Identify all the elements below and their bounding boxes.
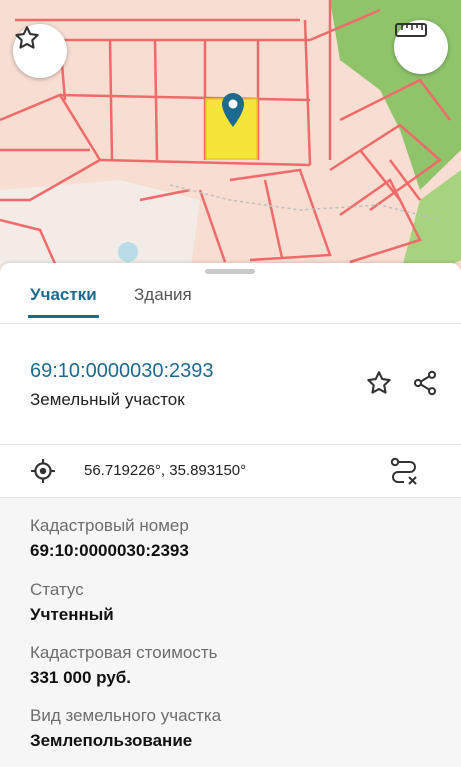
tab-parcels[interactable]: Участки xyxy=(28,285,99,318)
cadastral-cost-label: Кадастровая стоимость xyxy=(30,643,218,662)
route-icon xyxy=(390,457,417,485)
tab-bar: Участки Здания xyxy=(0,277,461,324)
share-button[interactable] xyxy=(410,368,440,398)
land-type-value: Землепользование xyxy=(30,731,193,750)
favorite-button[interactable] xyxy=(364,368,394,398)
map-canvas xyxy=(0,0,461,275)
sheet-drag-handle[interactable] xyxy=(205,269,255,274)
star-icon xyxy=(15,26,39,49)
cadastral-cost-value: 331 000 руб. xyxy=(30,668,132,687)
coordinates-row: 56.719226°, 35.893150° xyxy=(0,445,461,498)
land-type-label: Вид земельного участка xyxy=(30,706,222,725)
parcel-type: Земельный участок xyxy=(30,390,185,409)
share-icon xyxy=(413,370,437,396)
cadastral-number-value: 69:10:0000030:2393 xyxy=(30,541,189,560)
locate-button[interactable] xyxy=(30,458,56,484)
parcel-details: Кадастровый номер 69:10:0000030:2393 Ста… xyxy=(0,498,461,767)
info-sheet: Участки Здания 69:10:0000030:2393 Земель… xyxy=(0,263,461,767)
ruler-icon xyxy=(395,23,427,37)
map-favorite-button[interactable] xyxy=(13,24,67,78)
status-value: Учтенный xyxy=(30,605,114,624)
map-view[interactable] xyxy=(0,0,461,275)
route-button[interactable] xyxy=(388,455,420,487)
coordinates-text[interactable]: 56.719226°, 35.893150° xyxy=(84,462,246,479)
crosshair-icon xyxy=(31,459,55,483)
tab-buildings[interactable]: Здания xyxy=(134,285,192,317)
star-icon xyxy=(367,371,391,394)
status-label: Статус xyxy=(30,580,84,599)
cadastral-number-label: Кадастровый номер xyxy=(30,516,189,535)
parcel-header: 69:10:0000030:2393 Земельный участок xyxy=(0,324,461,445)
cadastral-number-link[interactable]: 69:10:0000030:2393 xyxy=(30,360,214,383)
ruler-button[interactable] xyxy=(394,20,448,74)
